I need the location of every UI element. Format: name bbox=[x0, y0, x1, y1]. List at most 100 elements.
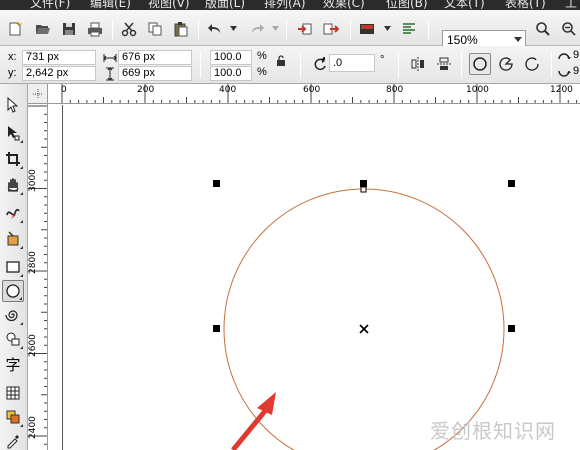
flyout-corner bbox=[20, 246, 23, 249]
spiral-tool[interactable] bbox=[2, 304, 24, 326]
new-icon[interactable] bbox=[6, 20, 24, 38]
cut-icon[interactable] bbox=[120, 20, 138, 38]
lock-ratio-icon[interactable] bbox=[274, 54, 288, 68]
flyout-corner bbox=[20, 166, 23, 169]
object-height-field[interactable]: 669 px bbox=[118, 66, 192, 81]
text-tool[interactable]: 字 bbox=[2, 354, 24, 376]
pie-mode-button[interactable] bbox=[495, 53, 517, 75]
selection-handle-top-right[interactable] bbox=[508, 180, 515, 187]
crop-tool-icon bbox=[6, 152, 20, 166]
ellipse-tool[interactable] bbox=[2, 280, 24, 302]
redo-icon[interactable] bbox=[248, 20, 266, 38]
copy-icon[interactable] bbox=[146, 20, 164, 38]
selection-handle-top-left[interactable] bbox=[213, 180, 220, 187]
toolbar-separator bbox=[200, 52, 201, 78]
drawing-canvas[interactable]: 爱创根知识网 bbox=[48, 105, 580, 450]
object-width-field[interactable]: 676 px bbox=[118, 50, 192, 65]
save-icon[interactable] bbox=[60, 20, 78, 38]
x-position-field[interactable]: 731 px bbox=[22, 50, 96, 65]
menu-layout[interactable]: 版面(L) bbox=[205, 0, 245, 10]
scale-height-field[interactable]: 100.0 bbox=[210, 66, 252, 81]
interactive-fill-tool-icon bbox=[6, 410, 20, 424]
export-icon[interactable] bbox=[322, 20, 340, 38]
menu-arrange[interactable]: 排列(A) bbox=[264, 0, 306, 10]
flyout-corner bbox=[20, 140, 23, 143]
spiral-tool-icon bbox=[5, 310, 18, 322]
crop-tool[interactable] bbox=[2, 148, 24, 170]
menu-text[interactable]: 文本(T) bbox=[444, 0, 485, 10]
paste-icon[interactable] bbox=[172, 20, 190, 38]
flyout-corner bbox=[20, 346, 23, 349]
x-position-label: x: bbox=[8, 51, 17, 63]
menu-tools[interactable]: 工 bbox=[565, 0, 577, 10]
ruler-origin-icon bbox=[33, 89, 43, 99]
ellipse-mode-button[interactable] bbox=[469, 53, 491, 75]
undo-icon[interactable] bbox=[206, 20, 224, 38]
interactive-fill-tool[interactable] bbox=[2, 406, 24, 428]
toolbar-separator bbox=[398, 52, 399, 78]
eyedropper-tool[interactable] bbox=[2, 430, 24, 450]
y-position-field[interactable]: 2,642 px bbox=[22, 66, 96, 81]
pick-tool-icon bbox=[7, 97, 19, 113]
shape-tool[interactable] bbox=[2, 122, 24, 144]
menu-bitmaps[interactable]: 位图(B) bbox=[386, 0, 428, 10]
vertical-ruler[interactable]: 3000 2800 2600 2400 bbox=[28, 104, 48, 450]
menu-view[interactable]: 视图(V) bbox=[148, 0, 190, 10]
mirror-vertical-button[interactable] bbox=[433, 53, 455, 75]
rectangle-tool[interactable] bbox=[2, 256, 24, 278]
menu-table[interactable]: 表格(T) bbox=[505, 0, 546, 10]
start-angle-value[interactable]: 9 bbox=[573, 49, 579, 61]
rotation-angle-field[interactable]: .0 bbox=[329, 54, 375, 72]
menu-bar: 文件(F) 编辑(E) 视图(V) 版面(L) 排列(A) 效果(C) 位图(B… bbox=[0, 0, 580, 10]
standard-toolbar: 150% bbox=[0, 10, 580, 50]
zoom-level-value: 150% bbox=[447, 33, 478, 47]
welcome-screen-icon[interactable] bbox=[400, 20, 418, 38]
selection-handle-top[interactable] bbox=[360, 180, 367, 187]
table-tool[interactable] bbox=[2, 382, 24, 404]
pan-tool[interactable] bbox=[2, 174, 24, 196]
print-icon[interactable] bbox=[86, 20, 104, 38]
arc-mode-button[interactable] bbox=[521, 53, 543, 75]
smart-fill-tool[interactable] bbox=[2, 228, 24, 250]
basic-shapes-tool[interactable] bbox=[2, 328, 24, 350]
import-icon[interactable] bbox=[296, 20, 314, 38]
arc-icon bbox=[525, 57, 539, 71]
end-angle-value[interactable]: 9 bbox=[573, 65, 579, 77]
pick-tool[interactable] bbox=[2, 94, 24, 116]
freehand-tool[interactable] bbox=[2, 202, 24, 224]
application-launcher-dropdown[interactable] bbox=[384, 26, 391, 32]
flyout-corner bbox=[20, 192, 23, 195]
horizontal-ruler[interactable]: 0 200 400 600 800 1000 1200 bbox=[48, 84, 580, 104]
smart-fill-tool-icon bbox=[7, 231, 19, 246]
menu-edit[interactable]: 编辑(E) bbox=[90, 0, 131, 10]
open-icon[interactable] bbox=[34, 20, 52, 38]
eyedropper-tool-icon bbox=[7, 435, 19, 449]
undo-dropdown-arrow[interactable] bbox=[230, 26, 237, 32]
selection-handle-right[interactable] bbox=[508, 325, 515, 332]
ruler-label-h: 600 bbox=[303, 85, 321, 95]
mirror-horizontal-icon bbox=[411, 57, 424, 71]
basic-shapes-tool-icon bbox=[6, 332, 20, 346]
ruler-label-h: 1200 bbox=[550, 85, 573, 95]
shape-tool-icon bbox=[8, 126, 20, 141]
application-launcher-icon[interactable] bbox=[358, 20, 376, 38]
flyout-corner bbox=[20, 220, 23, 223]
redo-dropdown-arrow[interactable] bbox=[272, 26, 279, 32]
watermark: 爱创根知识网 bbox=[430, 419, 556, 443]
width-icon bbox=[103, 54, 117, 62]
scale-width-field[interactable]: 100.0 bbox=[210, 50, 252, 65]
zoom-in-icon[interactable] bbox=[534, 20, 552, 38]
menu-file[interactable]: 文件(F) bbox=[30, 0, 70, 10]
ruler-label-h: 0 bbox=[61, 85, 67, 95]
selection-handle-left[interactable] bbox=[213, 325, 220, 332]
ruler-origin-corner[interactable] bbox=[28, 84, 48, 104]
zoom-out-icon[interactable] bbox=[560, 20, 578, 38]
y-position-label: y: bbox=[8, 67, 17, 79]
ruler-label-h: 800 bbox=[386, 85, 404, 95]
menu-effects[interactable]: 效果(C) bbox=[323, 0, 365, 10]
ellipse-node[interactable] bbox=[360, 186, 367, 193]
scale-height-unit: % bbox=[257, 66, 267, 78]
pan-tool-icon bbox=[7, 178, 19, 192]
vertical-ruler-ticks bbox=[28, 105, 47, 445]
mirror-horizontal-button[interactable] bbox=[407, 53, 429, 75]
